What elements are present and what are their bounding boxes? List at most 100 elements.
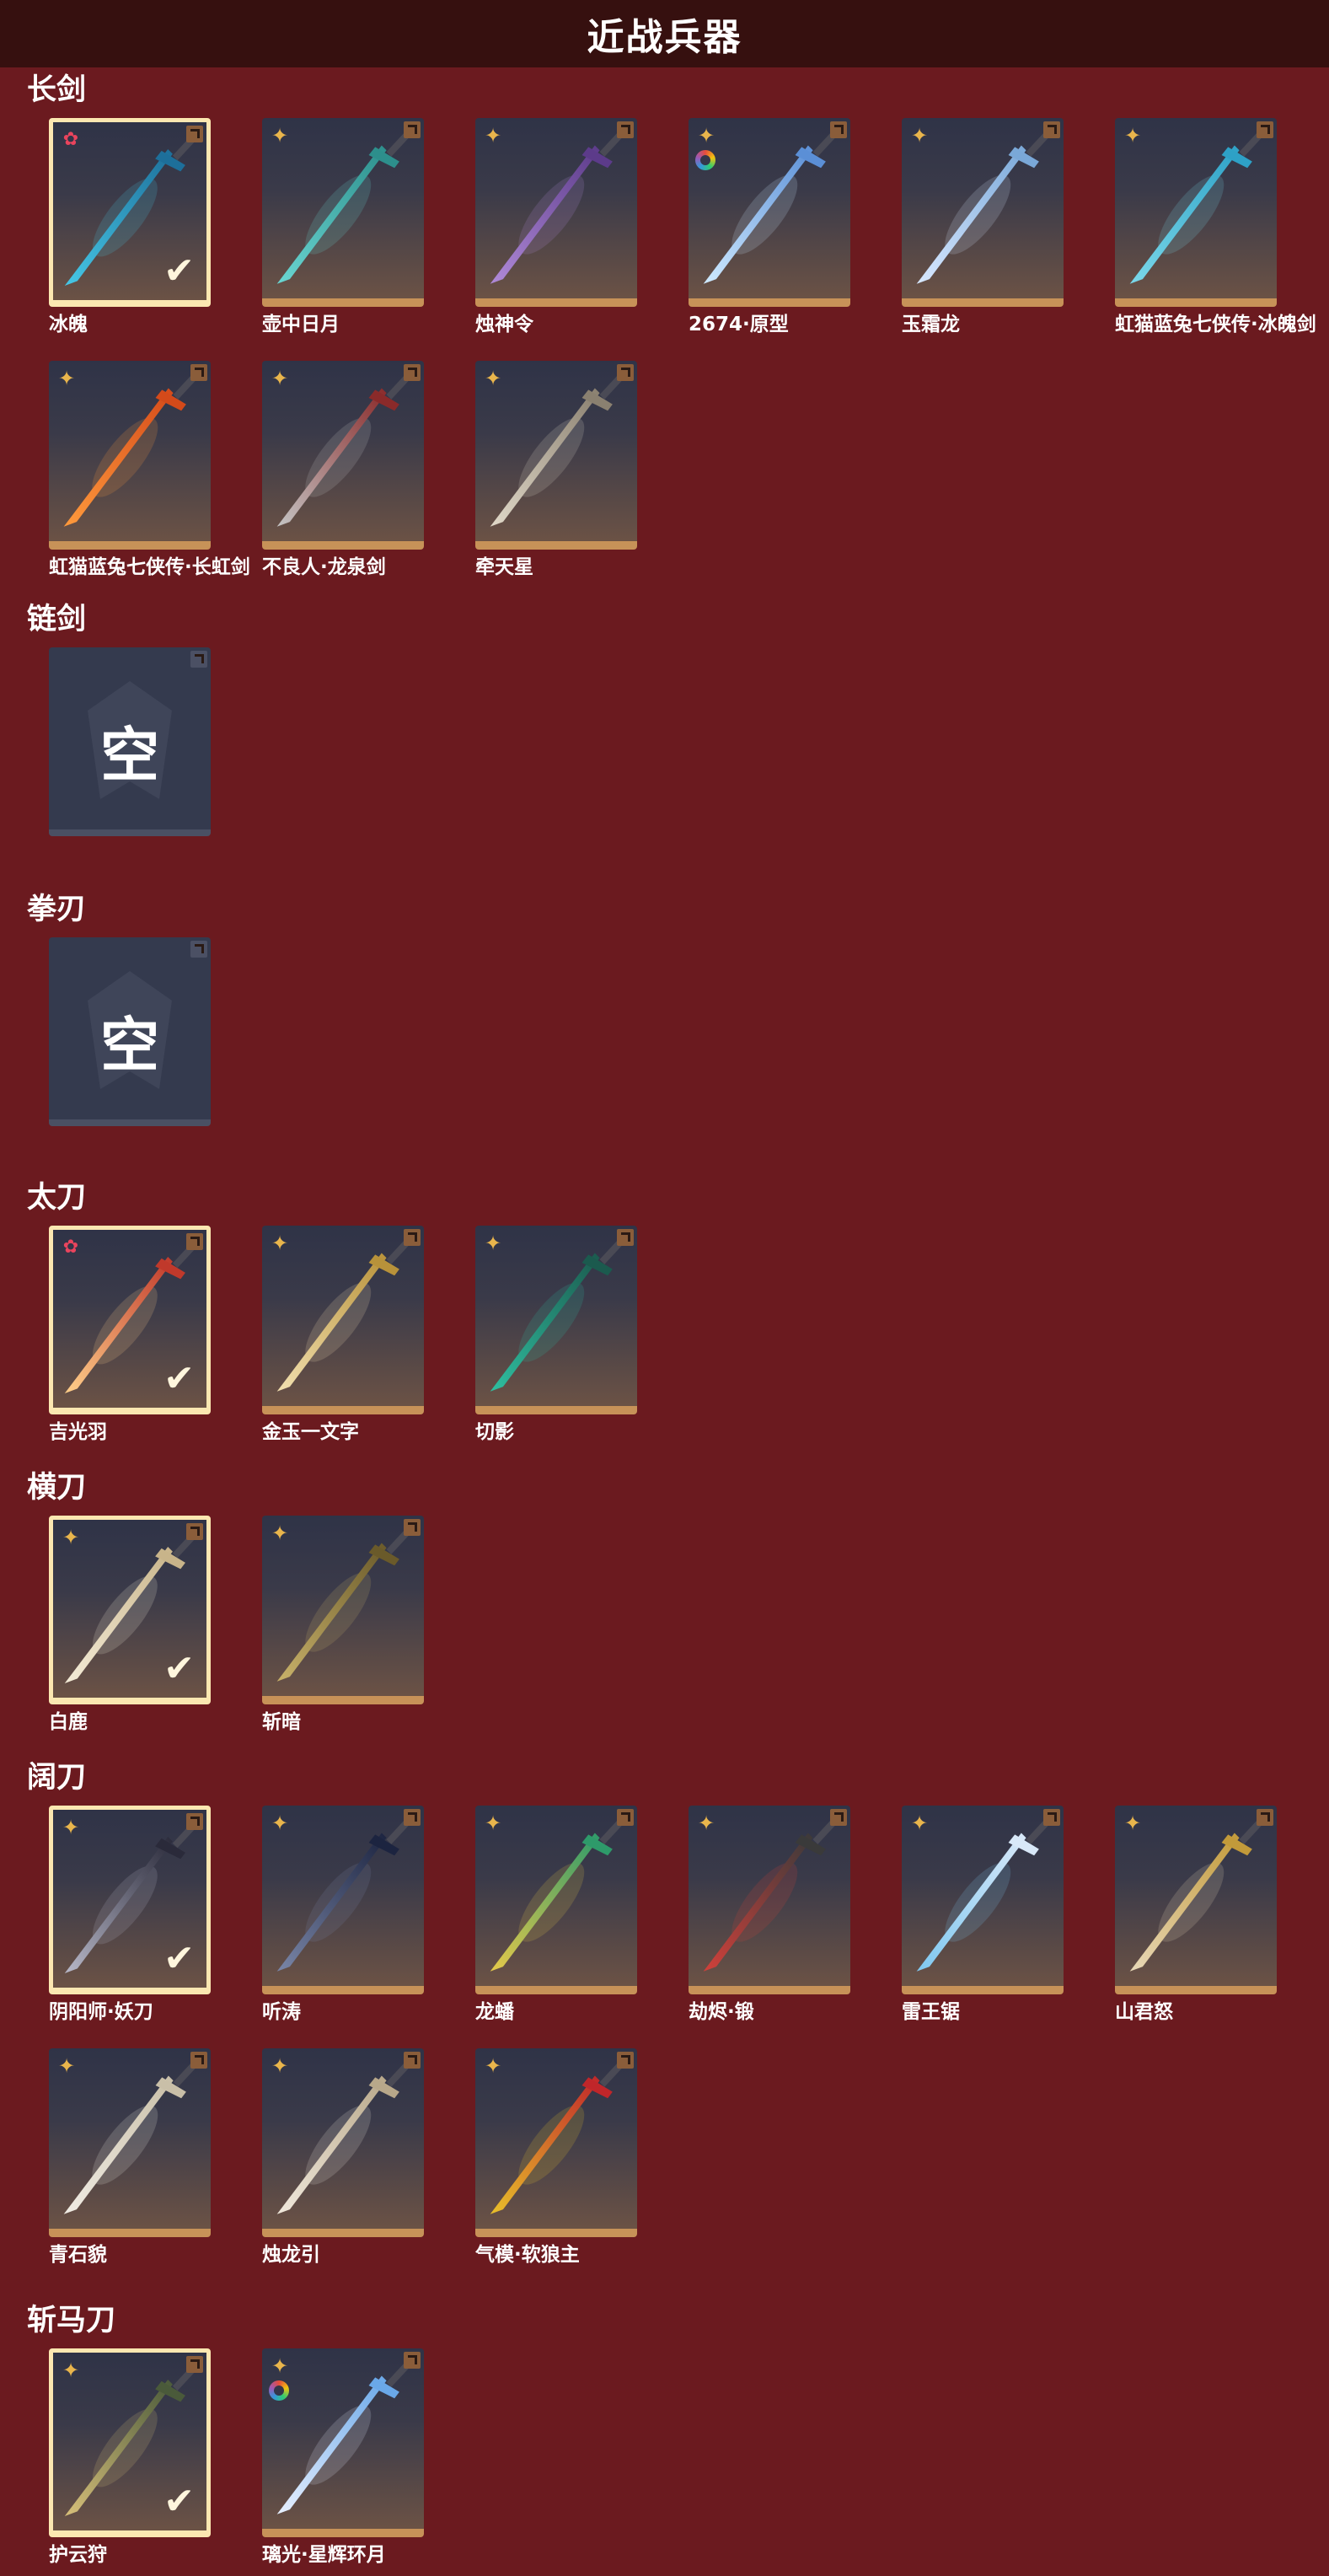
weapon-item[interactable]: ✦ ✔ 阴阳师·妖刀: [49, 1806, 262, 2025]
four-point-star-icon: ✦: [910, 1811, 929, 1835]
weapon-name: 璃光·星辉环月: [262, 2544, 386, 2566]
empty-slot-card[interactable]: 空: [49, 647, 211, 836]
page-header: 近战兵器: [0, 0, 1329, 67]
weapon-name: 阴阳师·妖刀: [49, 2001, 153, 2023]
weapon-grid: 空: [49, 937, 1329, 1150]
weapon-card[interactable]: ✦ ✔: [49, 1516, 211, 1704]
empty-slot[interactable]: 空: [49, 647, 262, 836]
weapon-item[interactable]: ✦ 虹猫蓝兔七侠传·长虹剑: [49, 361, 262, 580]
corner-tag-icon: [190, 364, 207, 381]
weapon-card[interactable]: ✦: [689, 118, 850, 307]
corner-tag-icon: [617, 2052, 634, 2069]
corner-tag-icon: [404, 1809, 421, 1826]
weapon-name: 虹猫蓝兔七侠传·长虹剑: [49, 556, 250, 578]
weapon-name: 斩暗: [262, 1711, 301, 1733]
weapon-item[interactable]: ✿ ✔ 冰魄: [49, 118, 262, 337]
flower-icon: ✿: [62, 129, 79, 150]
four-point-star-icon: ✦: [57, 2054, 76, 2078]
rainbow-ring-icon: [695, 150, 715, 170]
corner-tag-icon: [190, 941, 207, 958]
weapon-card[interactable]: ✦: [49, 2048, 211, 2237]
weapon-item[interactable]: ✦ 斩暗: [262, 1516, 475, 1735]
checkmark-icon: ✔: [163, 1357, 195, 1400]
weapon-item[interactable]: ✦ ✔ 白鹿: [49, 1516, 262, 1735]
weapon-card[interactable]: ✦: [1115, 1806, 1277, 1994]
weapon-card[interactable]: ✦ ✔: [49, 2348, 211, 2537]
empty-label: 空: [100, 721, 159, 790]
weapon-card[interactable]: ✦: [262, 2348, 424, 2537]
corner-tag-icon: [404, 121, 421, 138]
weapon-item[interactable]: ✦ 切影: [475, 1226, 689, 1445]
weapon-item[interactable]: ✦ 虹猫蓝兔七侠传·冰魄剑: [1115, 118, 1328, 337]
weapon-card[interactable]: ✦: [475, 2048, 637, 2237]
weapon-card[interactable]: ✦: [475, 1806, 637, 1994]
weapon-card[interactable]: ✦ ✔: [49, 1806, 211, 1994]
weapon-card[interactable]: ✦: [49, 361, 211, 550]
weapon-name: 雷王锯: [902, 2001, 960, 2023]
weapon-item[interactable]: ✦ 玉霜龙: [902, 118, 1115, 337]
weapon-item[interactable]: ✦ 气模·软狼主: [475, 2048, 689, 2267]
corner-tag-icon: [617, 121, 634, 138]
weapon-name: 牵天星: [475, 556, 533, 578]
weapon-item[interactable]: ✦ 听涛: [262, 1806, 475, 2025]
category-title: 太刀: [27, 1181, 87, 1215]
empty-slot-card[interactable]: 空: [49, 937, 211, 1126]
weapon-card[interactable]: ✿ ✔: [49, 118, 211, 307]
weapon-card[interactable]: ✦: [475, 118, 637, 307]
weapon-card[interactable]: ✦: [262, 1516, 424, 1704]
weapon-card[interactable]: ✦: [262, 2048, 424, 2237]
weapon-name: 烛神令: [475, 314, 533, 335]
four-point-star-icon: ✦: [271, 2354, 289, 2378]
checkmark-icon: ✔: [163, 250, 195, 292]
weapon-item[interactable]: ✦ 劫烬·锻: [689, 1806, 902, 2025]
weapon-card[interactable]: ✦: [262, 1226, 424, 1414]
weapon-item[interactable]: ✦ 青石貌: [49, 2048, 262, 2267]
corner-tag-icon: [1043, 1809, 1060, 1826]
weapon-item[interactable]: ✦ 壶中日月: [262, 118, 475, 337]
corner-tag-icon: [404, 1229, 421, 1246]
weapon-card[interactable]: ✦: [1115, 118, 1277, 307]
weapon-name: 冰魄: [49, 314, 88, 335]
weapon-item[interactable]: ✦ 2674·原型: [689, 118, 902, 337]
weapon-item[interactable]: ✦ 牵天星: [475, 361, 689, 580]
weapon-name: 金玉一文字: [262, 1421, 359, 1443]
corner-tag-icon: [186, 1523, 203, 1540]
corner-tag-icon: [617, 1229, 634, 1246]
empty-slot[interactable]: 空: [49, 937, 262, 1126]
weapon-card[interactable]: ✿ ✔: [49, 1226, 211, 1414]
weapon-card[interactable]: ✦: [902, 1806, 1064, 1994]
rainbow-ring-icon: [269, 2380, 289, 2401]
corner-tag-icon: [404, 1519, 421, 1536]
weapon-item[interactable]: ✿ ✔ 吉光羽: [49, 1226, 262, 1445]
weapon-item[interactable]: ✦ 雷王锯: [902, 1806, 1115, 2025]
four-point-star-icon: ✦: [484, 124, 502, 148]
four-point-star-icon: ✦: [697, 124, 715, 148]
weapon-item[interactable]: ✦ 不良人·龙泉剑: [262, 361, 475, 580]
corner-tag-icon: [617, 1809, 634, 1826]
corner-tag-icon: [186, 126, 203, 142]
corner-tag-icon: [830, 121, 847, 138]
weapon-item[interactable]: ✦ ✔ 护云狩: [49, 2348, 262, 2568]
weapon-card[interactable]: ✦: [262, 118, 424, 307]
weapon-item[interactable]: ✦ 金玉一文字: [262, 1226, 475, 1445]
four-point-star-icon: ✦: [62, 1816, 80, 1839]
weapon-item[interactable]: ✦ 璃光·星辉环月: [262, 2348, 475, 2568]
weapon-card[interactable]: ✦: [902, 118, 1064, 307]
weapon-card[interactable]: ✦: [475, 1226, 637, 1414]
weapon-name: 气模·软狼主: [475, 2244, 580, 2266]
weapon-name: 吉光羽: [49, 1421, 107, 1443]
weapon-item[interactable]: ✦ 烛神令: [475, 118, 689, 337]
weapon-item[interactable]: ✦ 山君怒: [1115, 1806, 1328, 2025]
weapon-item[interactable]: ✦ 龙蟠: [475, 1806, 689, 2025]
corner-tag-icon: [830, 1809, 847, 1826]
corner-tag-icon: [190, 2052, 207, 2069]
weapon-item[interactable]: ✦ 烛龙引: [262, 2048, 475, 2267]
four-point-star-icon: ✦: [484, 1811, 502, 1835]
four-point-star-icon: ✦: [484, 1232, 502, 1255]
empty-label: 空: [100, 1011, 159, 1080]
weapon-name: 玉霜龙: [902, 314, 960, 335]
weapon-card[interactable]: ✦: [262, 361, 424, 550]
weapon-card[interactable]: ✦: [475, 361, 637, 550]
weapon-card[interactable]: ✦: [689, 1806, 850, 1994]
weapon-card[interactable]: ✦: [262, 1806, 424, 1994]
